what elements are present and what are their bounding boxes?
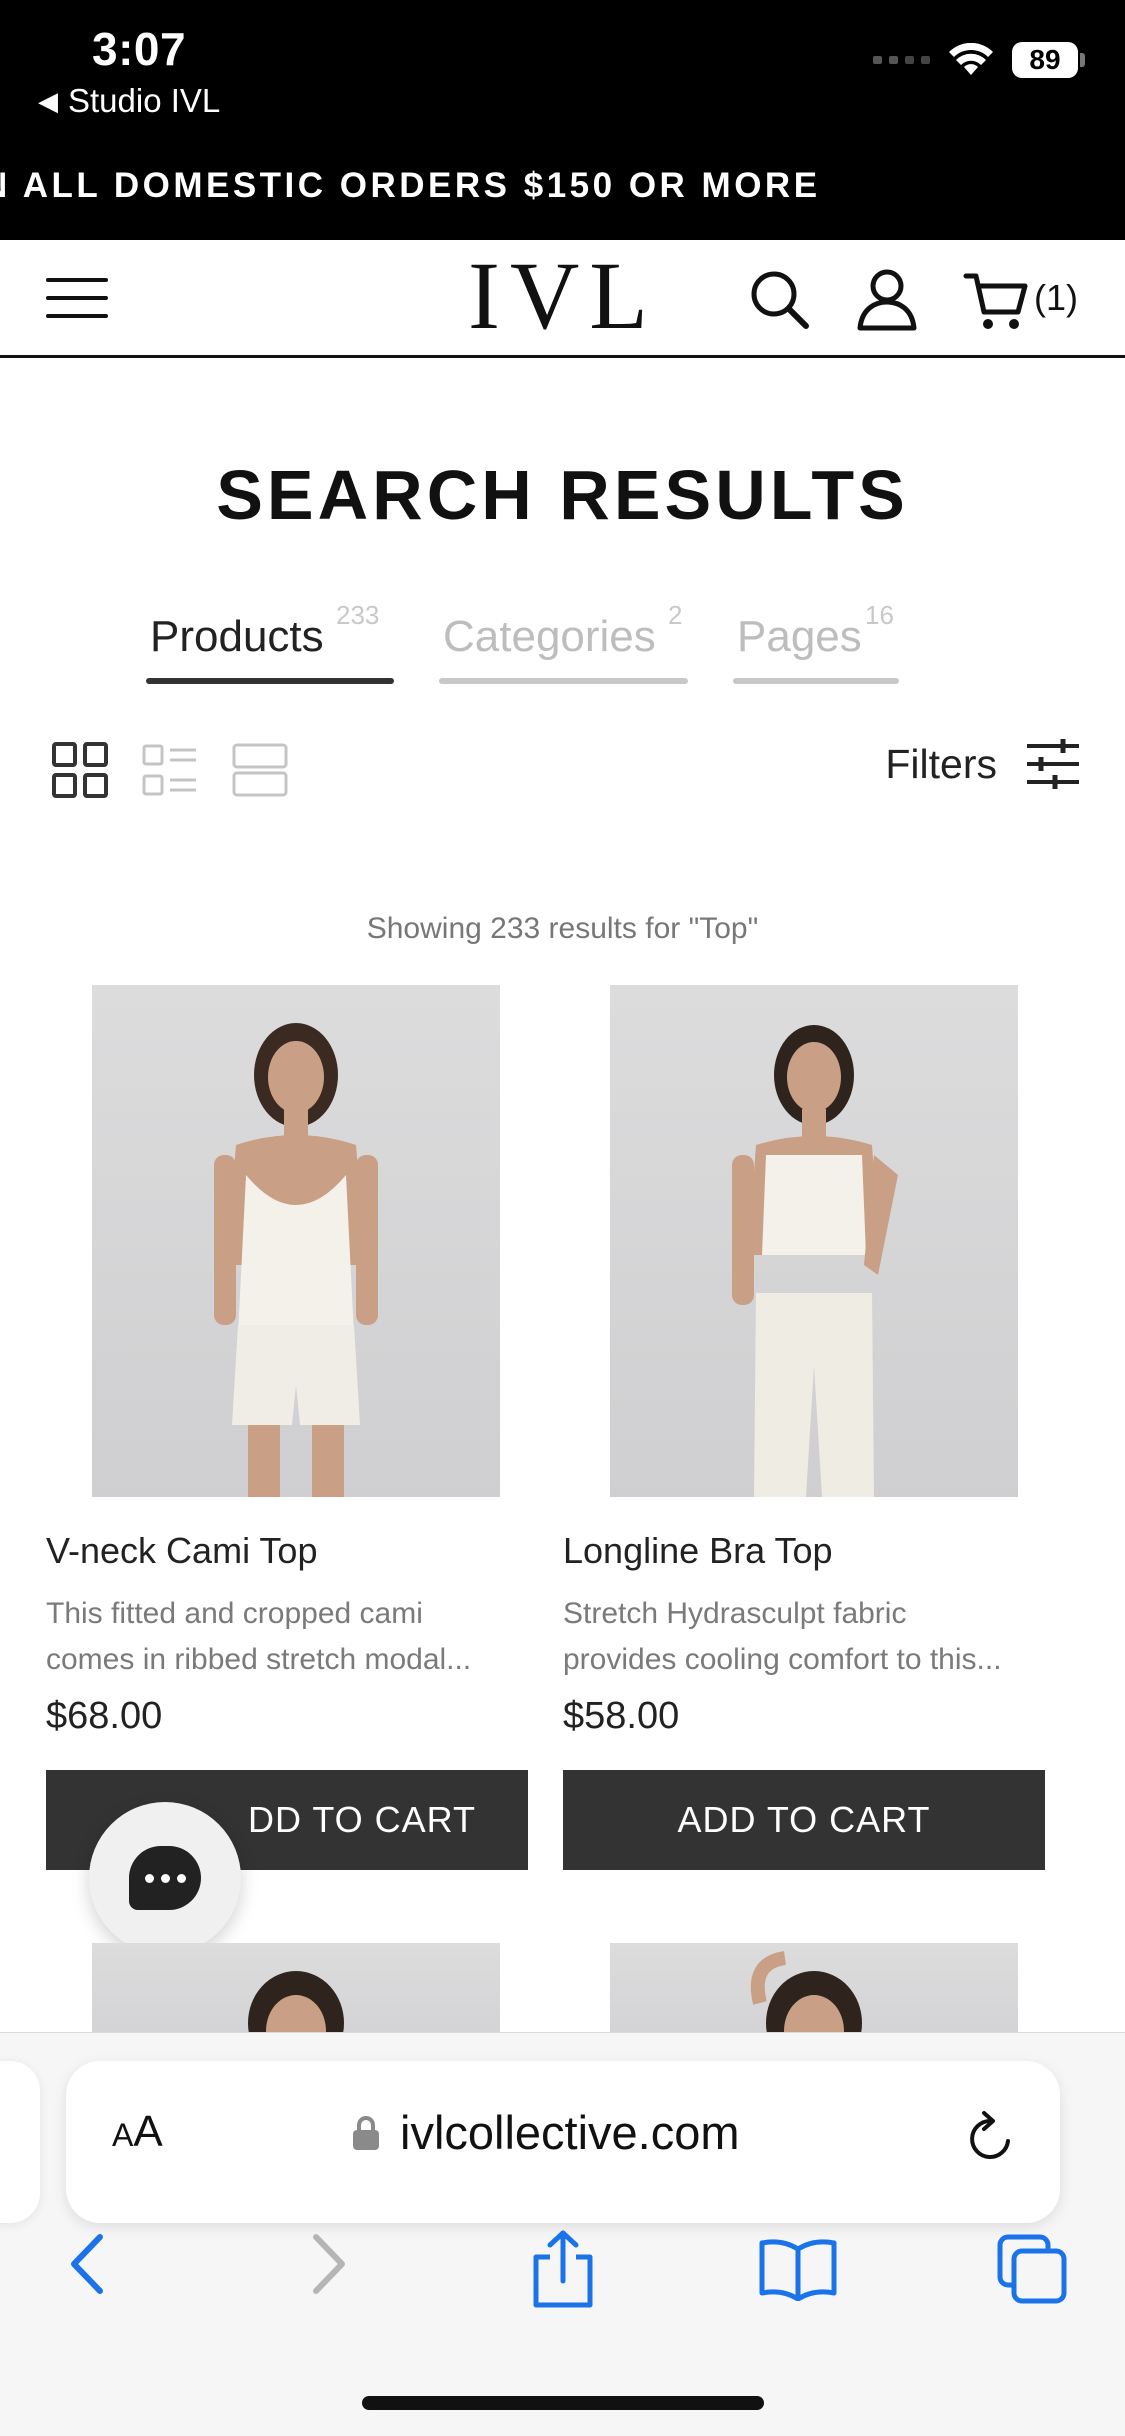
wifi-icon — [949, 43, 993, 75]
menu-icon[interactable] — [46, 278, 108, 318]
tab-products-count: 233 — [336, 600, 380, 630]
tab-pages-label: Pages — [737, 612, 862, 661]
site-header: IVL (1) — [0, 240, 1125, 358]
sliders-icon — [1027, 739, 1079, 789]
tab-categories[interactable]: Categories 2 — [439, 600, 688, 684]
battery-tip — [1080, 53, 1085, 67]
product-description-line: provides cooling comfort to this... — [563, 1643, 1002, 1676]
product-description-line: Stretch Hydrasculpt fabric — [563, 1597, 907, 1630]
promo-banner[interactable]: N ALL DOMESTIC ORDERS $150 OR MORE — [0, 166, 821, 206]
model-figure — [248, 1971, 344, 2033]
grid-view-icon[interactable] — [52, 742, 108, 798]
tab-products-label: Products — [150, 612, 324, 661]
list-view-icon[interactable] — [142, 742, 198, 798]
home-indicator[interactable] — [362, 2396, 764, 2410]
product-description: This fitted and cropped cami comes in ri… — [46, 1591, 528, 1683]
product-name[interactable]: Longline Bra Top — [563, 1530, 833, 1572]
reader-options-button[interactable]: AA — [112, 2107, 163, 2157]
tab-products-underline — [146, 678, 394, 684]
back-to-app[interactable]: ◀ Studio IVL — [38, 82, 220, 120]
address-bar[interactable]: AA ivlcollective.com — [66, 2061, 1060, 2223]
tab-pages[interactable]: Pages 16 — [733, 600, 899, 684]
filters-label: Filters — [885, 740, 997, 787]
previous-tab-preview[interactable] — [0, 2061, 40, 2223]
filters-button[interactable]: Filters — [885, 738, 1081, 790]
product-price: $68.00 — [46, 1695, 163, 1737]
model-figure — [750, 1951, 862, 2033]
tab-categories-underline — [439, 678, 688, 684]
product-description-line: comes in ribbed stretch modal... — [46, 1643, 472, 1676]
product-image[interactable] — [92, 1943, 500, 2033]
cart-icon[interactable] — [962, 264, 1032, 334]
chat-button[interactable] — [89, 1802, 241, 1954]
results-count-note: Showing 233 results for "Top" — [366, 912, 759, 945]
product-price: $58.00 — [563, 1695, 680, 1737]
back-triangle-icon: ◀ — [38, 85, 58, 116]
url-display[interactable]: ivlcollective.com — [352, 2105, 740, 2160]
back-icon[interactable] — [60, 2229, 116, 2299]
page-title: SEARCH RESULTS — [216, 456, 909, 534]
lock-icon — [353, 2115, 379, 2150]
battery-indicator: 89 — [1012, 42, 1085, 78]
url-text: ivlcollective.com — [400, 2106, 740, 2159]
share-icon[interactable] — [528, 2229, 598, 2309]
tab-pages-underline — [733, 678, 899, 684]
product-description: Stretch Hydrasculpt fabric provides cool… — [563, 1591, 1045, 1683]
status-time: 3:07 — [92, 23, 187, 75]
view-toggle-group — [52, 742, 288, 798]
aa-label: A — [133, 2107, 163, 2156]
product-name[interactable]: V-neck Cami Top — [46, 1530, 317, 1572]
search-icon[interactable] — [744, 264, 814, 334]
tab-products[interactable]: Products 233 — [146, 600, 394, 684]
battery-level: 89 — [1012, 42, 1078, 78]
tab-categories-label: Categories — [443, 612, 656, 661]
product-image[interactable] — [610, 985, 1018, 1497]
model-figure — [214, 1023, 378, 1497]
tabs-icon[interactable] — [996, 2233, 1068, 2305]
product-description-line: This fitted and cropped cami — [46, 1597, 423, 1630]
chat-icon — [129, 1846, 201, 1910]
add-to-cart-button[interactable]: ADD TO CART — [563, 1770, 1045, 1870]
product-image[interactable] — [610, 1943, 1018, 2033]
status-indicators: 89 — [873, 42, 1085, 78]
add-to-cart-label: ADD TO CART — [677, 1799, 931, 1840]
top-bar: 3:07 ◀ Studio IVL 89 N ALL DOMESTIC ORDE… — [0, 0, 1125, 240]
account-icon[interactable] — [852, 264, 922, 334]
back-app-label: Studio IVL — [68, 82, 221, 119]
single-column-view-icon[interactable] — [232, 742, 288, 798]
browser-toolbar: AA ivlcollective.com — [0, 2032, 1125, 2436]
bookmarks-icon[interactable] — [758, 2237, 838, 2301]
model-figure — [732, 1025, 898, 1497]
cart-count[interactable]: (1) — [1034, 277, 1078, 319]
tab-pages-count: 16 — [865, 600, 894, 630]
product-image[interactable] — [92, 985, 500, 1497]
reload-icon[interactable] — [960, 2105, 1020, 2169]
forward-icon[interactable] — [300, 2229, 356, 2299]
tab-categories-count: 2 — [668, 600, 683, 630]
site-logo[interactable]: IVL — [468, 248, 658, 344]
cellular-signal-icon — [873, 56, 930, 64]
